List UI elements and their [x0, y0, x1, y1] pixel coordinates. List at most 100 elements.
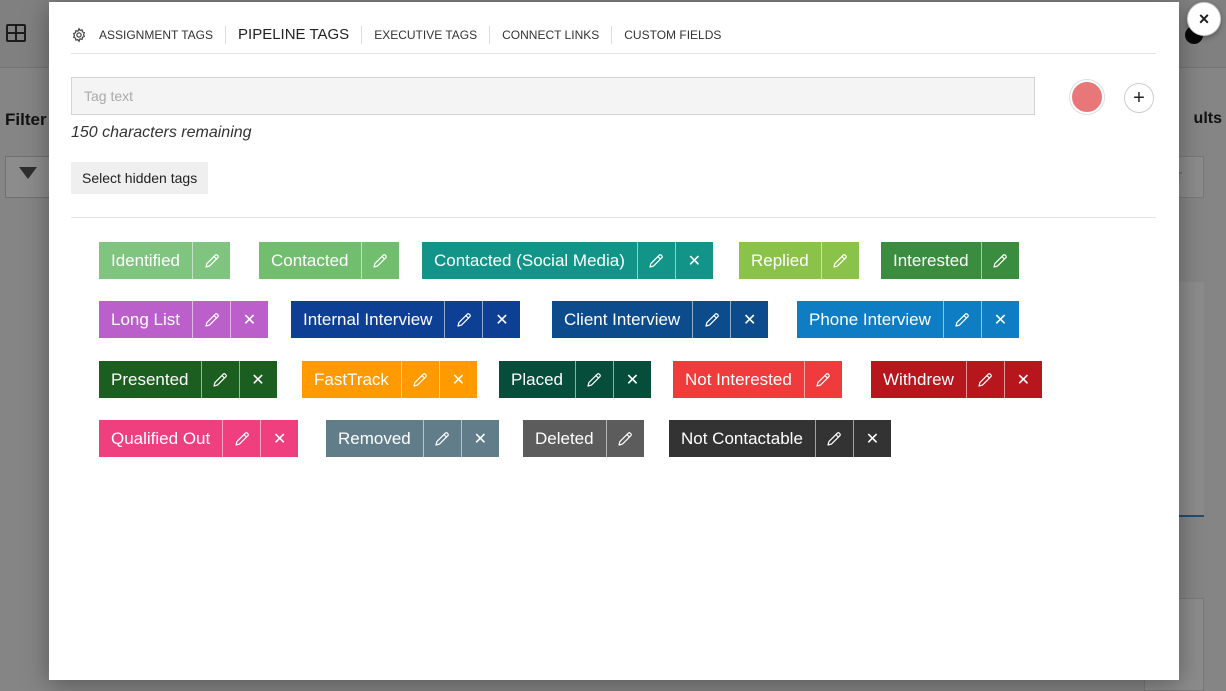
tag-long-list: Long List ✕ [99, 301, 268, 338]
edit-tag-interested-button[interactable] [980, 242, 1019, 279]
edit-tag-long-list-button[interactable] [192, 301, 230, 338]
pencil-icon [618, 431, 632, 446]
delete-tag-withdrew-button[interactable]: ✕ [1003, 361, 1042, 398]
tab-connect-links[interactable]: CONNECT LINKS [490, 26, 613, 44]
edit-tag-phone-interview-button[interactable] [942, 301, 981, 338]
tab-assignment-tags[interactable]: ASSIGNMENT TAGS [95, 26, 227, 44]
edit-tag-placed-button[interactable] [574, 361, 613, 398]
edit-tag-contacted-button[interactable] [360, 242, 399, 279]
delete-tag-long-list-button[interactable]: ✕ [230, 301, 268, 338]
edit-tag-replied-button[interactable] [820, 242, 859, 279]
edit-tag-fasttrack-button[interactable] [400, 361, 439, 398]
pencil-icon [833, 253, 848, 268]
tag-not-interested: Not Interested [673, 361, 842, 398]
pencil-icon [204, 253, 219, 268]
tag-label: Removed [326, 420, 423, 457]
delete-tag-presented-button[interactable]: ✕ [238, 361, 277, 398]
edit-tag-presented-button[interactable] [200, 361, 239, 398]
pencil-icon [213, 372, 227, 387]
tag-label: Internal Interview [291, 301, 445, 338]
edit-tag-identified-button[interactable] [192, 242, 230, 279]
pencil-icon [204, 312, 219, 327]
pencil-icon [587, 372, 602, 387]
tag-not-contactable: Not Contactable ✕ [669, 420, 891, 457]
pencil-icon [955, 312, 970, 327]
pencil-icon [373, 253, 387, 268]
tag-replied: Replied [739, 242, 859, 279]
pencil-icon [827, 431, 842, 446]
tag-contacted: Contacted [259, 242, 399, 279]
tag-removed: Removed ✕ [326, 420, 499, 457]
pencil-icon [435, 431, 450, 446]
tab-custom-fields[interactable]: CUSTOM FIELDS [612, 26, 733, 44]
tag-contacted-social-media: Contacted (Social Media) ✕ [422, 242, 713, 279]
delete-tag-qualified-out-button[interactable]: ✕ [260, 420, 299, 457]
tag-phone-interview: Phone Interview ✕ [797, 301, 1019, 338]
delete-tag-placed-button[interactable]: ✕ [612, 361, 651, 398]
tag-label: Interested [881, 242, 981, 279]
close-modal-button[interactable]: × [1187, 2, 1221, 36]
tag-deleted: Deleted [523, 420, 644, 457]
tag-label: Client Interview [552, 301, 693, 338]
tag-label: Placed [499, 361, 575, 398]
delete-tag-not-contactable-button[interactable]: ✕ [852, 420, 891, 457]
delete-tag-removed-button[interactable]: ✕ [460, 420, 499, 457]
tag-label: Contacted (Social Media) [422, 242, 637, 279]
edit-tag-qualified-out-button[interactable] [222, 420, 261, 457]
tag-label: Withdrew [871, 361, 966, 398]
tag-label: FastTrack [302, 361, 401, 398]
tag-label: Presented [99, 361, 201, 398]
select-hidden-tags-button[interactable]: Select hidden tags [71, 162, 209, 194]
tab-executive-tags[interactable]: EXECUTIVE TAGS [362, 26, 491, 44]
edit-tag-deleted-button[interactable] [605, 420, 644, 457]
tag-color-picker[interactable] [1070, 80, 1104, 114]
edit-tag-not-contactable-button[interactable] [814, 420, 853, 457]
tag-settings-modal: ASSIGNMENT TAGS PIPELINE TAGS EXECUTIVE … [49, 2, 1179, 680]
pencil-icon [457, 312, 471, 327]
tag-label: Deleted [523, 420, 606, 457]
tag-label: Not Contactable [669, 420, 815, 457]
tag-withdrew: Withdrew ✕ [871, 361, 1042, 398]
tag-label: Identified [99, 242, 192, 279]
plus-icon: + [1133, 86, 1145, 109]
tag-text-input[interactable] [71, 77, 1035, 115]
pencil-icon [705, 312, 719, 327]
tag-fasttrack: FastTrack ✕ [302, 361, 477, 398]
characters-remaining: 150 characters remaining [71, 124, 252, 141]
section-divider [71, 217, 1156, 218]
tag-label: Phone Interview [797, 301, 943, 338]
tag-qualified-out: Qualified Out ✕ [99, 420, 299, 457]
tab-pipeline-tags[interactable]: PIPELINE TAGS [226, 26, 363, 44]
edit-tag-removed-button[interactable] [422, 420, 461, 457]
edit-tag-client-interview-button[interactable] [692, 301, 731, 338]
delete-tag-fasttrack-button[interactable]: ✕ [438, 361, 477, 398]
pencil-icon [413, 372, 428, 387]
edit-tag-contacted-social-media-button[interactable] [636, 242, 675, 279]
pencil-icon [235, 431, 249, 446]
delete-tag-client-interview-button[interactable]: ✕ [730, 301, 769, 338]
tag-identified: Identified [99, 242, 230, 279]
close-icon: × [1198, 8, 1210, 29]
tag-presented: Presented ✕ [99, 361, 277, 398]
delete-tag-internal-interview-button[interactable]: ✕ [482, 301, 521, 338]
add-tag-button[interactable]: + [1124, 83, 1154, 113]
tabs-divider [71, 53, 1156, 54]
tag-label: Qualified Out [99, 420, 223, 457]
pencil-icon [816, 372, 831, 387]
pencil-icon [978, 372, 993, 387]
delete-tag-contacted-social-media-button[interactable]: ✕ [674, 242, 713, 279]
edit-tag-internal-interview-button[interactable] [444, 301, 483, 338]
delete-tag-phone-interview-button[interactable]: ✕ [980, 301, 1019, 338]
edit-tag-withdrew-button[interactable] [965, 361, 1004, 398]
tag-label: Replied [739, 242, 821, 279]
tag-interested: Interested [881, 242, 1019, 279]
tag-client-interview: Client Interview ✕ [552, 301, 769, 338]
pencil-icon [649, 253, 664, 268]
pencil-icon [993, 253, 1007, 268]
tab-bar: ASSIGNMENT TAGS PIPELINE TAGS EXECUTIVE … [71, 22, 733, 48]
tag-label: Long List [99, 301, 192, 338]
tag-internal-interview: Internal Interview ✕ [291, 301, 521, 338]
tag-label: Contacted [259, 242, 361, 279]
edit-tag-not-interested-button[interactable] [803, 361, 842, 398]
tag-placed: Placed ✕ [499, 361, 651, 398]
